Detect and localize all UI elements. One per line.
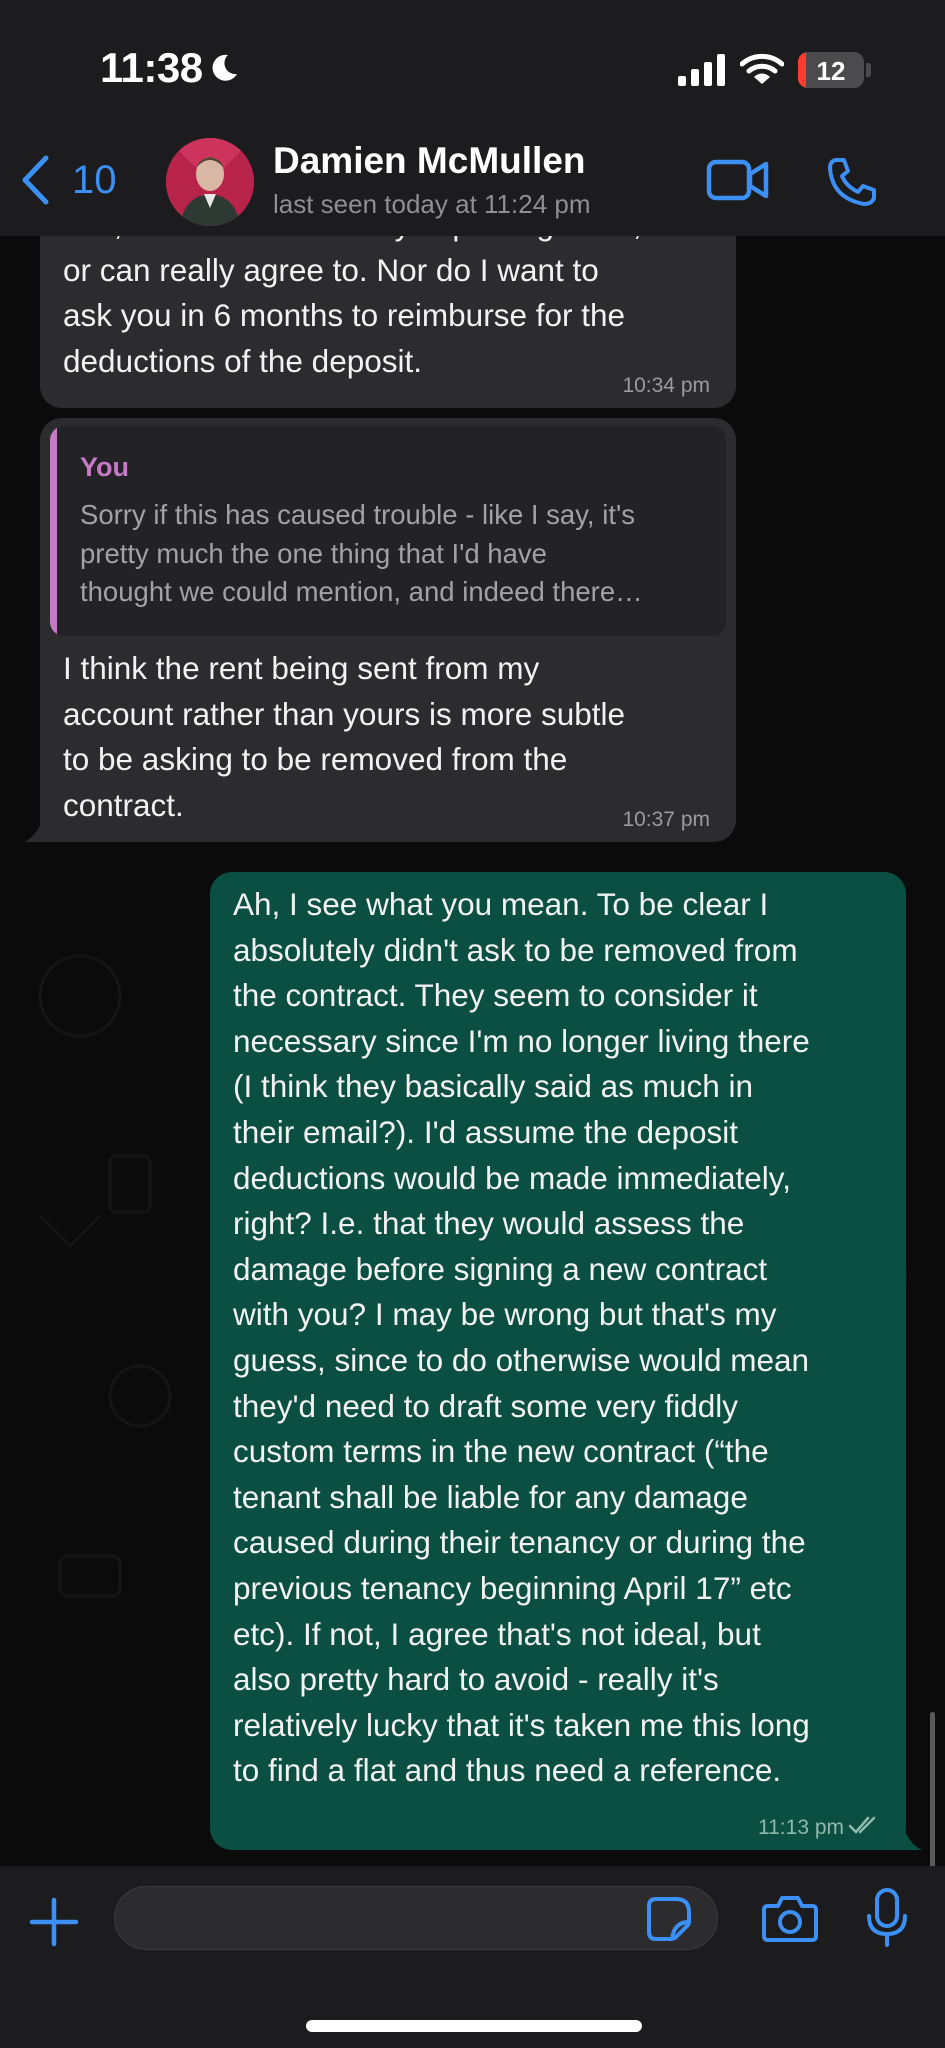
message-time: 10:37 pm <box>622 808 710 831</box>
quote-bar <box>50 426 57 636</box>
video-camera-icon[interactable] <box>706 158 770 202</box>
quoted-message[interactable]: You Sorry if this has caused trouble - l… <box>50 426 726 636</box>
message-time: 10:34 pm <box>622 374 710 397</box>
message-text: I think the rent being sent from my acco… <box>63 650 626 823</box>
sticker-icon[interactable] <box>646 1896 692 1942</box>
chat-history[interactable]: half, which I wasn't really expecting to… <box>0 236 945 1866</box>
signal-icon <box>678 54 725 86</box>
microphone-icon[interactable] <box>866 1888 908 1948</box>
unread-count: 10 <box>72 157 117 202</box>
incoming-message[interactable]: half, which I wasn't really expecting to… <box>40 236 736 408</box>
status-time: 11:38 <box>100 44 203 91</box>
scrollbar[interactable] <box>930 1712 935 1866</box>
battery-tip <box>866 63 871 77</box>
battery-percent: 12 <box>816 56 846 86</box>
double-check-icon <box>848 1816 876 1834</box>
incoming-message[interactable]: You Sorry if this has caused trouble - l… <box>40 418 736 842</box>
message-input[interactable] <box>114 1886 718 1950</box>
home-indicator[interactable] <box>306 2020 642 2032</box>
last-seen-status: last seen today at 11:24 pm <box>273 189 591 219</box>
camera-icon[interactable] <box>762 1894 818 1942</box>
message-time: 11:13 pm <box>758 1816 844 1839</box>
bubble-tail <box>24 814 60 842</box>
avatar-photo <box>166 138 254 226</box>
quote-text: Sorry if this has caused trouble - like … <box>80 499 643 607</box>
message-text: half, which I wasn't really expecting to… <box>63 236 642 379</box>
quote-author: You <box>80 452 129 482</box>
top-bar: 11:38 12 10 Damien McMullen last seen to… <box>0 0 945 236</box>
moon-icon <box>212 54 237 81</box>
contact-name[interactable]: Damien McMullen <box>273 140 586 182</box>
back-button[interactable]: 10 <box>18 150 117 210</box>
bubble-tail <box>886 1822 922 1850</box>
avatar[interactable] <box>166 138 254 226</box>
input-bar <box>0 1866 945 2048</box>
chevron-left-icon <box>22 155 49 205</box>
plus-icon[interactable] <box>28 1896 80 1948</box>
wifi-icon <box>740 53 784 84</box>
battery-indicator: 12 <box>798 52 864 88</box>
message-text: Ah, I see what you mean. To be clear I a… <box>233 886 810 1789</box>
phone-icon[interactable] <box>826 156 878 208</box>
outgoing-message[interactable]: Ah, I see what you mean. To be clear I a… <box>210 872 906 1850</box>
